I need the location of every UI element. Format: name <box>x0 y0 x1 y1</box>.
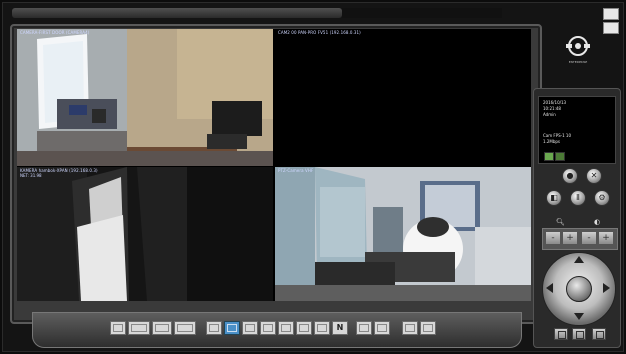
layout-1-button[interactable] <box>110 321 126 335</box>
layout-4x1-button[interactable] <box>174 321 196 335</box>
ptz-down-arrow-icon[interactable] <box>574 313 584 320</box>
minimize-button[interactable] <box>603 8 619 20</box>
layout-5x5-button[interactable] <box>278 321 294 335</box>
camera-feed-window <box>17 167 273 301</box>
status-bitrate: 1.2Mbps <box>543 139 560 144</box>
focus-far-button[interactable]: + <box>598 231 614 245</box>
zoom-labels: 🔍︎ ◐ <box>548 218 614 227</box>
snapshot-button[interactable]: ◧ <box>546 190 562 206</box>
fullscreen-button[interactable] <box>374 321 390 335</box>
title-bar[interactable] <box>12 8 342 18</box>
ptz-up-arrow-icon[interactable] <box>574 256 584 263</box>
layout-6x6-button[interactable] <box>296 321 312 335</box>
camera-feed-office <box>17 29 273 166</box>
camera-pane-2[interactable]: CAM2 00 PAN-PRO FV51 (192.168.0.31) <box>275 29 531 166</box>
pause-button[interactable]: Ⅱ <box>570 190 586 206</box>
status-camera: Cam FPS-1 10 <box>543 133 572 138</box>
layout-single-button[interactable] <box>206 321 222 335</box>
zoom-focus-bar: - + - + <box>542 228 618 250</box>
camera-title: PTZ-Camera VHF <box>278 168 314 173</box>
magnifier-icon: 🔍︎ <box>556 218 565 226</box>
stop-button[interactable]: ✕ <box>586 168 602 184</box>
zoom-in-button[interactable]: + <box>562 231 578 245</box>
layout-8x8-button[interactable] <box>314 321 330 335</box>
layout-n-button[interactable]: N <box>332 321 348 335</box>
close-button[interactable] <box>603 22 619 34</box>
camera-title: CAMERA-FIRST DOOR (CAMERA4) <box>20 30 90 35</box>
focus-near-button[interactable]: - <box>581 231 597 245</box>
tools-button[interactable]: ⚙ <box>594 190 610 206</box>
title-bar-dark <box>342 8 502 18</box>
camera-pane-3[interactable]: KAMERA hambok-XPAN (192.168.0.3) NET: 31… <box>17 167 273 301</box>
camera-feed-lab <box>275 167 531 301</box>
layout-toolbar <box>32 312 522 348</box>
camera-subtitle: NET: 31.98 <box>20 173 42 178</box>
ptz-right-arrow-icon[interactable] <box>603 283 610 293</box>
preset-1-button[interactable] <box>554 328 568 340</box>
play-button[interactable]: ● <box>562 168 578 184</box>
preset-2-button[interactable] <box>572 328 586 340</box>
layout-split-button[interactable] <box>128 321 150 335</box>
audio-indicator-icon[interactable] <box>555 152 565 161</box>
brand-logo-text: ENTERPRISE <box>568 60 588 64</box>
status-date: 2016/10/13 <box>543 100 567 105</box>
layout-3x1-button[interactable] <box>152 321 172 335</box>
camera-title: CAM2 00 PAN-PRO FV51 (192.168.0.31) <box>278 30 361 35</box>
ptz-left-arrow-icon[interactable] <box>546 283 553 293</box>
zoom-out-button[interactable]: - <box>545 231 561 245</box>
camera-pane-4[interactable]: PTZ-Camera VHF <box>275 167 531 301</box>
status-display: 2016/10/13 10:21:48 Admin Cam FPS-1 10 1… <box>538 96 616 164</box>
status-user: Admin <box>543 112 556 117</box>
sequence-button[interactable] <box>356 321 372 335</box>
camera-pane-1[interactable]: CAMERA-FIRST DOOR (CAMERA4) <box>17 29 273 166</box>
preset-3-button[interactable] <box>592 328 606 340</box>
ptz-home-button[interactable] <box>566 276 592 302</box>
focus-icon: ◐ <box>594 218 601 226</box>
layout-4x4-button[interactable] <box>260 321 276 335</box>
capture-button[interactable] <box>402 321 418 335</box>
record-indicator-icon[interactable] <box>544 152 554 161</box>
status-time: 10:21:48 <box>543 106 561 111</box>
layout-2x2-button[interactable] <box>224 321 240 335</box>
layout-3x3-button[interactable] <box>242 321 258 335</box>
settings-button[interactable] <box>420 321 436 335</box>
